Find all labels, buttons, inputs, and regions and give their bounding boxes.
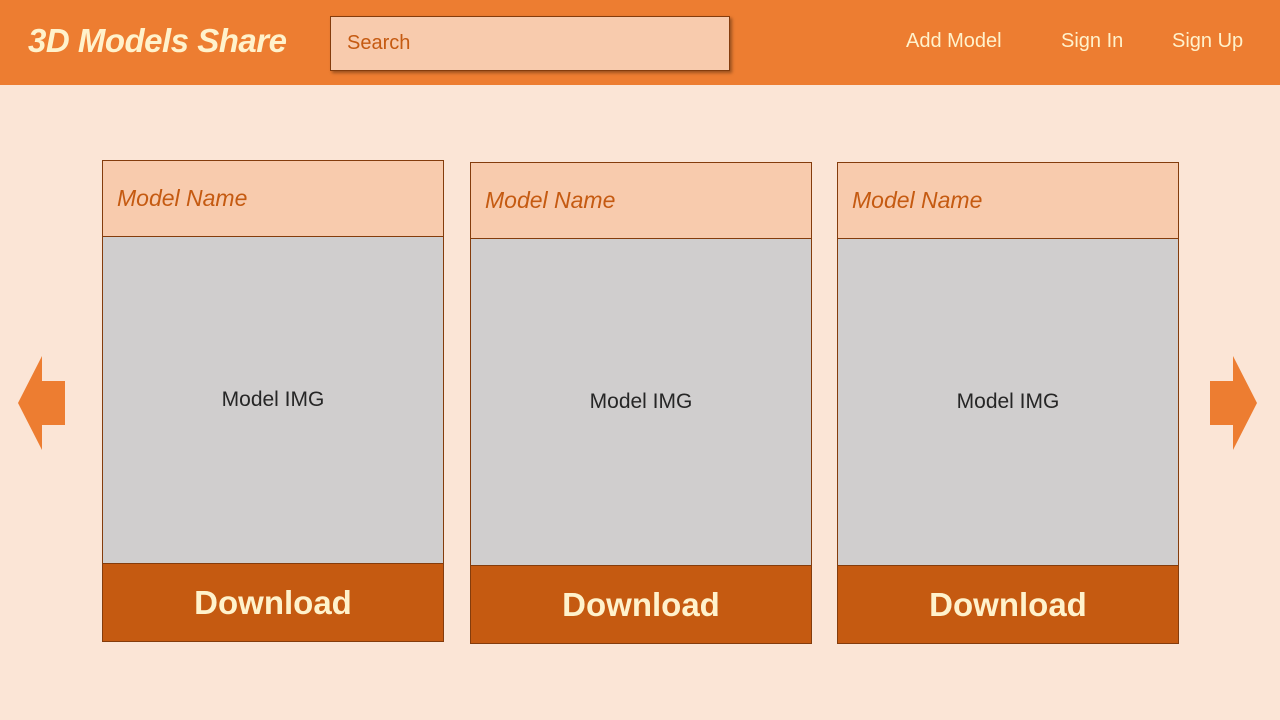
download-button[interactable]: Download [471,565,811,643]
model-name[interactable]: Model Name [471,163,811,239]
model-name[interactable]: Model Name [103,161,443,237]
carousel-prev-arrow-icon[interactable] [16,354,68,452]
model-image-label: Model IMG [956,390,1060,413]
sign-in-link[interactable]: Sign In [1061,30,1123,53]
download-button[interactable]: Download [103,563,443,641]
carousel-next-arrow-icon[interactable] [1207,354,1259,452]
model-image-label: Model IMG [221,388,325,411]
add-model-link[interactable]: Add Model [906,30,1002,53]
model-card: Model Name Model IMG Download [102,160,444,642]
sign-up-link[interactable]: Sign Up [1172,30,1243,53]
header-bar: 3D Models Share Add Model Sign In Sign U… [0,0,1280,85]
site-logo-title[interactable]: 3D Models Share [28,22,287,60]
model-image-placeholder[interactable]: Model IMG [471,239,811,565]
model-name[interactable]: Model Name [838,163,1178,239]
model-card: Model Name Model IMG Download [470,162,812,644]
model-image-placeholder[interactable]: Model IMG [103,237,443,563]
model-card: Model Name Model IMG Download [837,162,1179,644]
model-image-placeholder[interactable]: Model IMG [838,239,1178,565]
model-image-label: Model IMG [589,390,693,413]
download-button[interactable]: Download [838,565,1178,643]
search-input[interactable] [345,31,715,56]
search-box[interactable] [330,16,730,71]
